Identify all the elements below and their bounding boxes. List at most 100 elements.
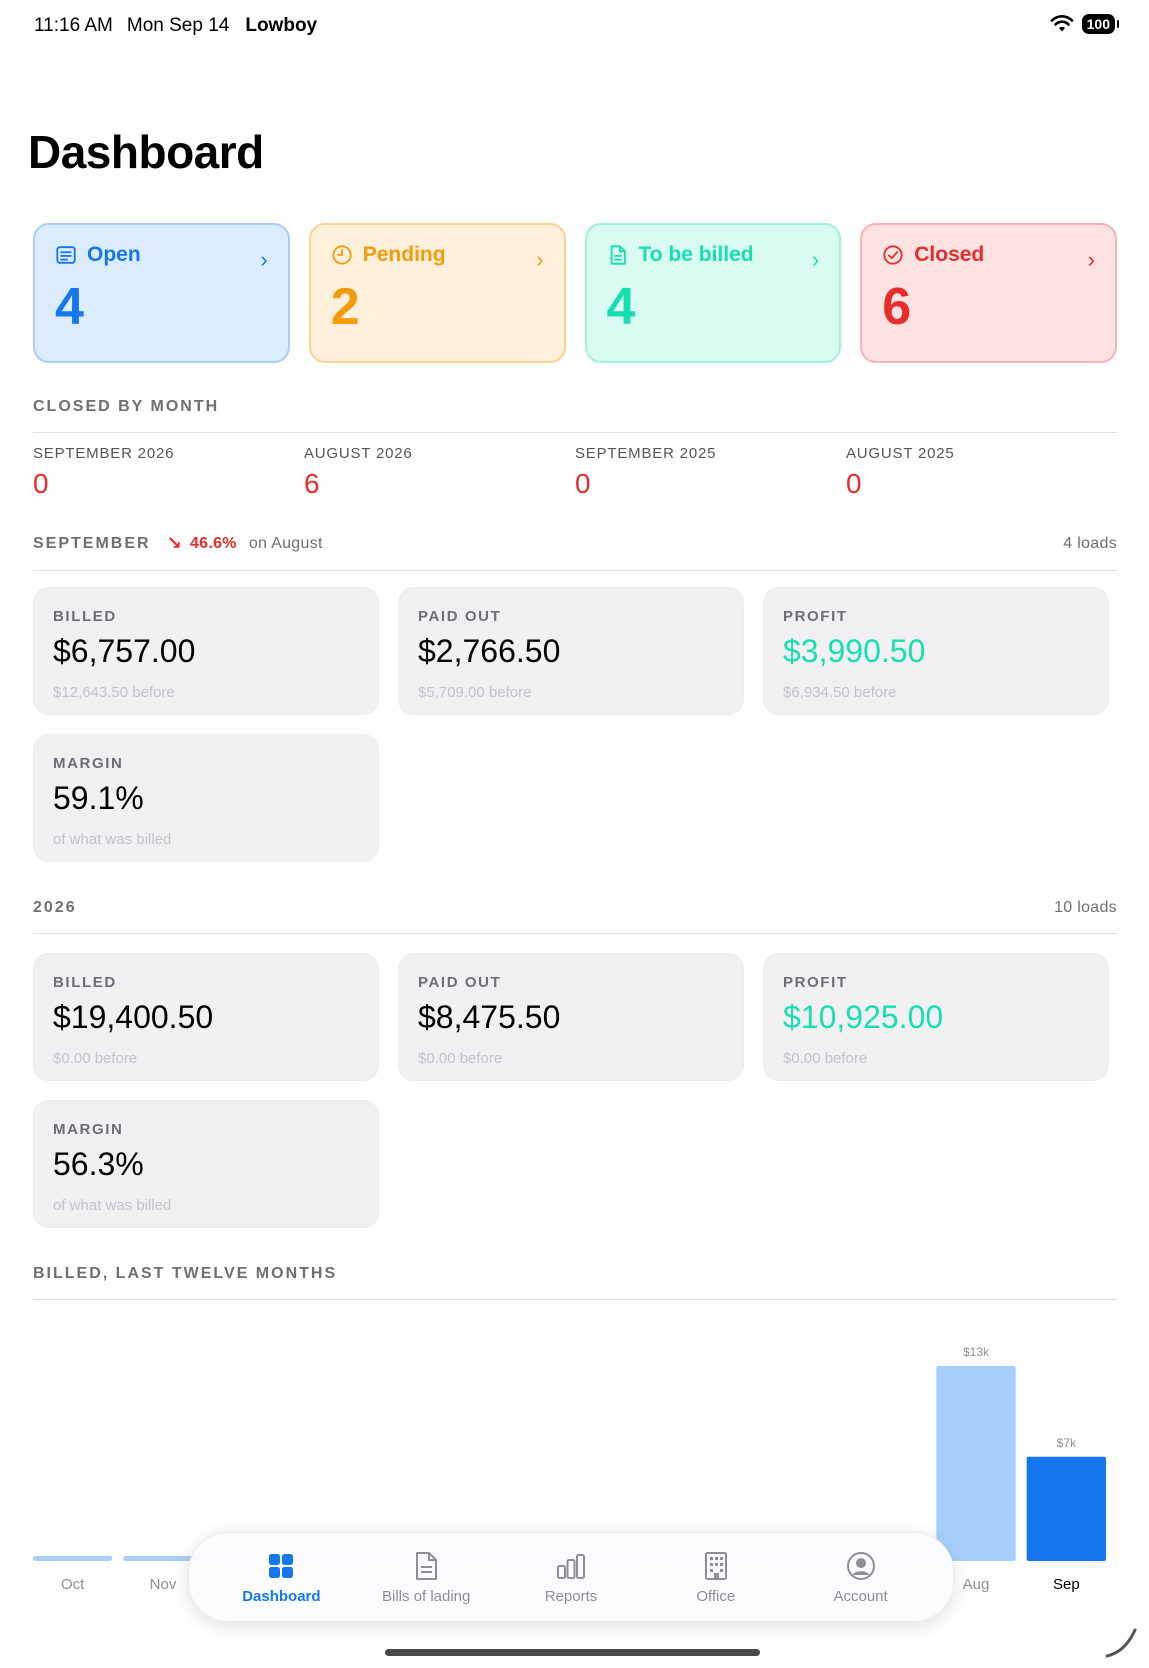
tab-bills-of-lading[interactable]: Bills of lading [361, 1550, 491, 1605]
billed-chart-title: BILLED, LAST TWELVE MONTHS [33, 1265, 338, 1282]
clock-icon [332, 245, 352, 265]
status-date: Mon Sep 14 [126, 15, 230, 36]
bar-chart-icon [556, 1553, 585, 1579]
chart-data-label: $13k [963, 1345, 990, 1359]
trend-indicator: ↘ 46.6% [167, 533, 237, 554]
metric-label: PAID OUT [418, 974, 502, 991]
chart-category-label: Oct [61, 1576, 85, 1593]
metric-label: MARGIN [53, 1121, 124, 1138]
metric-value: 56.3% [53, 1146, 144, 1182]
open-card-label: Open [87, 243, 141, 266]
trend-percent: 46.6% [189, 534, 237, 552]
september-loads: 4 loads [1063, 534, 1117, 552]
billed-metric-card: BILLED $6,757.00 $12,643.50 before [33, 587, 379, 715]
wifi-icon [1050, 15, 1073, 32]
closed-card-count: 6 [882, 278, 912, 336]
home-indicator [385, 1649, 760, 1656]
chart-bar [1026, 1456, 1106, 1561]
metric-label: MARGIN [53, 755, 124, 772]
metric-label: BILLED [53, 974, 117, 991]
closed-by-month-list: SEPTEMBER 2026 0 AUGUST 2026 6 SEPTEMBER… [33, 445, 1117, 500]
chevron-right-icon: › [811, 247, 820, 272]
chevron-right-icon: › [1087, 247, 1095, 272]
open-card[interactable]: Open › 4 [33, 223, 290, 363]
billed-chart-header: BILLED, LAST TWELVE MONTHS [33, 1265, 1117, 1300]
month-value: 0 [846, 468, 862, 499]
person-circle-icon [846, 1551, 875, 1580]
metric-sub: $12,643.50 before [53, 684, 175, 701]
month-label: AUGUST 2025 [846, 445, 955, 462]
metric-value: $10,925.00 [783, 999, 944, 1035]
open-card-count: 4 [55, 278, 84, 336]
profit-metric-card: PROFIT $10,925.00 $0.00 before [763, 953, 1109, 1081]
checkmark-circle-icon [883, 245, 903, 265]
chart-bar [33, 1556, 113, 1561]
metric-sub: $6,934.50 before [783, 684, 897, 701]
tab-label: Dashboard [242, 1587, 321, 1605]
metric-value: $6,757.00 [53, 633, 196, 669]
to-be-billed-card[interactable]: To be billed › 4 [584, 223, 842, 363]
document-icon [416, 1551, 438, 1580]
metric-sub: $5,709.00 before [418, 684, 532, 701]
tab-label: Account [833, 1587, 888, 1605]
tab-reports[interactable]: Reports [506, 1550, 636, 1605]
metric-sub: $0.00 before [783, 1050, 868, 1067]
page-title: Dashboard [28, 126, 264, 178]
year-header: 2026 10 loads [33, 899, 1117, 934]
tab-label: Reports [544, 1587, 598, 1605]
metric-label: BILLED [53, 608, 117, 625]
year-loads: 10 loads [1054, 899, 1117, 916]
tab-account[interactable]: Account [796, 1550, 926, 1605]
month-item: SEPTEMBER 2026 0 [33, 445, 304, 500]
september-title: SEPTEMBER [33, 534, 151, 552]
chart-category-label: Aug [963, 1576, 990, 1593]
month-label: SEPTEMBER 2026 [33, 445, 175, 462]
metric-value: $2,766.50 [418, 633, 561, 669]
metric-sub: of what was billed [53, 831, 172, 848]
metric-value: $3,990.50 [783, 633, 926, 669]
closed-card-label: Closed [914, 243, 985, 266]
list-icon [56, 246, 76, 264]
margin-metric-card: MARGIN 59.1% of what was billed [33, 734, 379, 862]
margin-metric-card: MARGIN 56.3% of what was billed [33, 1100, 379, 1228]
battery-indicator: 100 [1081, 14, 1120, 34]
month-value: 0 [33, 468, 49, 499]
metric-value: $19,400.50 [53, 999, 214, 1035]
year-metrics: BILLED $19,400.50 $0.00 before PAID OUT … [33, 953, 1117, 1228]
tab-label: Bills of lading [381, 1587, 471, 1605]
month-value: 6 [304, 468, 320, 499]
chevron-right-icon: › [536, 247, 544, 272]
tab-bar: Dashboard Bills of lading Reports Office… [188, 1532, 954, 1622]
month-label: AUGUST 2026 [304, 445, 413, 462]
tab-office[interactable]: Office [651, 1550, 781, 1605]
month-value: 0 [575, 468, 591, 499]
tab-dashboard[interactable]: Dashboard [216, 1550, 346, 1605]
pending-card-count: 2 [330, 278, 360, 336]
closed-card[interactable]: Closed › 6 [860, 223, 1117, 363]
september-metrics: BILLED $6,757.00 $12,643.50 before PAID … [33, 587, 1117, 862]
chart-bar [936, 1366, 1016, 1561]
status-app-name: Lowboy [245, 15, 318, 36]
september-header: SEPTEMBER ↘ 46.6% on August 4 loads [33, 533, 1117, 571]
month-item: SEPTEMBER 2025 0 [575, 445, 846, 500]
month-item: AUGUST 2025 0 [846, 445, 1117, 500]
chart-category-label: Sep [1053, 1576, 1080, 1593]
to-be-billed-card-label: To be billed [638, 243, 754, 266]
profit-metric-card: PROFIT $3,990.50 $6,934.50 before [763, 587, 1109, 715]
tab-label: Office [696, 1587, 736, 1605]
metric-label: PROFIT [783, 608, 848, 625]
to-be-billed-card-count: 4 [606, 278, 636, 336]
closed-by-month-header: CLOSED BY MONTH [33, 398, 1117, 433]
billed-metric-card: BILLED $19,400.50 $0.00 before [33, 953, 379, 1081]
paid-out-metric-card: PAID OUT $2,766.50 $5,709.00 before [398, 587, 744, 715]
metric-value: $8,475.50 [418, 999, 561, 1035]
year-title: 2026 [33, 899, 77, 916]
metric-sub: of what was billed [53, 1197, 172, 1214]
pending-card[interactable]: Pending › 2 [308, 223, 566, 363]
grid-icon [269, 1553, 294, 1578]
chart-category-label: Nov [150, 1576, 177, 1593]
chevron-right-icon: › [260, 247, 268, 272]
metric-sub: $0.00 before [53, 1050, 138, 1067]
metric-label: PROFIT [783, 974, 848, 991]
arrow-down-right-icon: ↘ [166, 533, 182, 553]
